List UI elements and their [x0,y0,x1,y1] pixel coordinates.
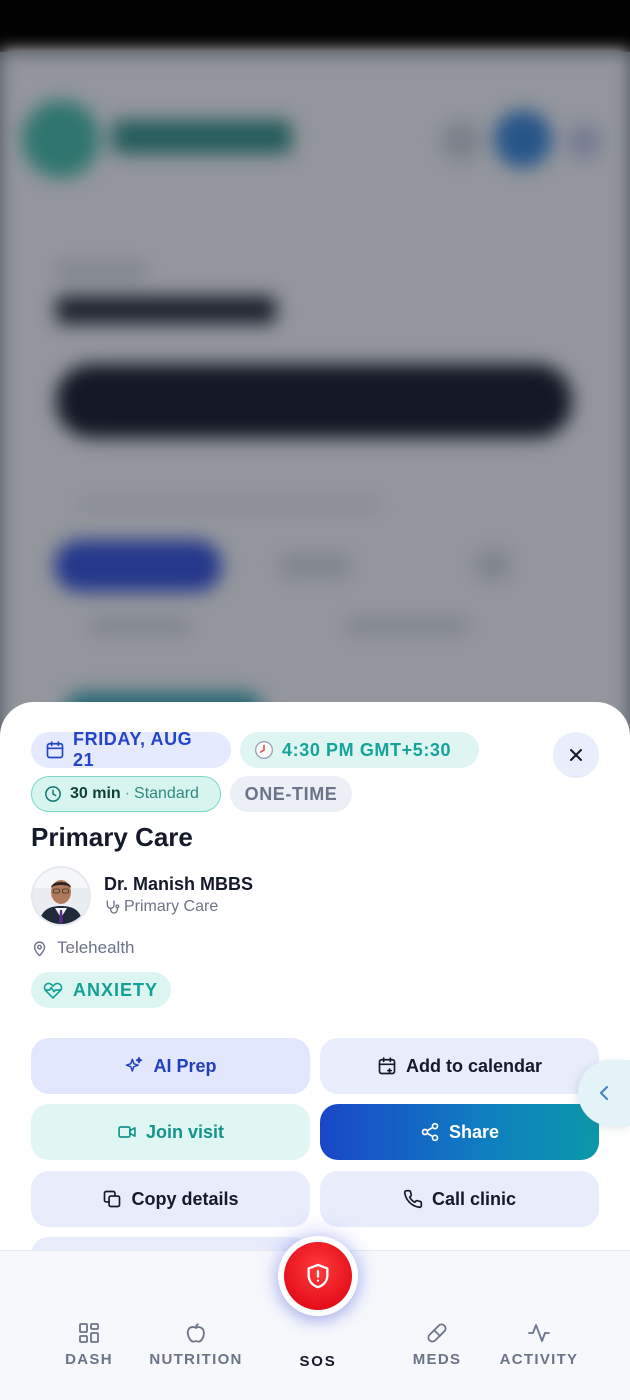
close-icon [570,749,582,761]
shield-alert-icon [307,1263,329,1289]
duration-separator: · [124,785,131,802]
condition-tag-label: ANXIETY [73,979,159,1000]
join-visit-button[interactable]: Join visit [31,1104,310,1160]
modal-scrim[interactable] [0,52,630,752]
nav-dash-label: DASH [65,1351,113,1368]
recurrence: ONE-TIME [244,783,338,804]
nav-sos-label: SOS [299,1353,337,1370]
condition-tag: ANXIETY [31,972,171,1008]
close-button[interactable] [553,732,599,778]
call-clinic-label: Call clinic [431,1188,517,1209]
copy-icon [104,1190,121,1208]
copy-details-label: Copy details [131,1188,239,1209]
location: Telehealth [31,938,135,958]
doctor-avatar [31,866,91,926]
join-visit-label: Join visit [145,1121,225,1142]
doctor-name: Dr. Manish MBBS [104,874,254,894]
map-pin-icon [33,940,46,956]
sos-button[interactable] [278,1236,358,1316]
appointment-title: Primary Care [31,822,193,852]
appointment-time: 4:30 PM GMT+5:30 [282,739,452,760]
duration: 30 min [70,785,121,802]
nav-nutrition[interactable]: NUTRITION [141,1321,251,1368]
status-bar [0,0,630,52]
clock-icon [255,741,273,759]
calendar-icon [46,741,64,759]
duration-chip: 30 min · Standard [31,776,221,812]
doctor-specialty-label: Primary Care [124,898,219,915]
phone-icon [403,1189,423,1209]
video-icon [118,1126,136,1138]
calendar-plus-icon [378,1057,396,1075]
share-icon [421,1122,439,1142]
doctor-specialty: Primary Care [104,898,218,916]
share-label: Share [448,1121,500,1142]
appointment-date: FRIDAY, AUG 21 [73,729,193,770]
activity-icon [528,1324,550,1342]
share-button[interactable]: Share [320,1104,599,1160]
sparkles-icon [126,1056,143,1072]
sos-button-core [284,1242,352,1310]
nav-dash[interactable]: DASH [34,1321,144,1368]
recurrence-chip: ONE-TIME [230,776,352,812]
location-label: Telehealth [57,938,135,957]
ai-prep-button[interactable]: AI Prep [31,1038,310,1094]
timer-icon [45,786,61,802]
nav-meds-label: MEDS [412,1351,462,1368]
nav-activity-label: ACTIVITY [499,1351,579,1368]
chevron-left-icon [599,1085,609,1101]
call-clinic-button[interactable]: Call clinic [320,1171,599,1227]
time-chip: 4:30 PM GMT+5:30 [240,732,479,768]
copy-details-button[interactable]: Copy details [31,1171,310,1227]
apple-icon [186,1323,205,1343]
grid-icon [79,1323,99,1343]
nav-nutrition-label: NUTRITION [149,1351,243,1368]
add-to-calendar-button[interactable]: Add to calendar [320,1038,599,1094]
heart-pulse-icon [43,982,63,999]
date-chip: FRIDAY, AUG 21 [31,729,231,770]
visit-type: Standard [134,785,199,802]
add-to-calendar-label: Add to calendar [405,1055,543,1076]
pill-icon [427,1323,447,1343]
stethoscope-icon [106,900,120,914]
ai-prep-label: AI Prep [153,1055,217,1076]
nav-meds[interactable]: MEDS [382,1321,492,1368]
nav-activity[interactable]: ACTIVITY [484,1321,594,1368]
